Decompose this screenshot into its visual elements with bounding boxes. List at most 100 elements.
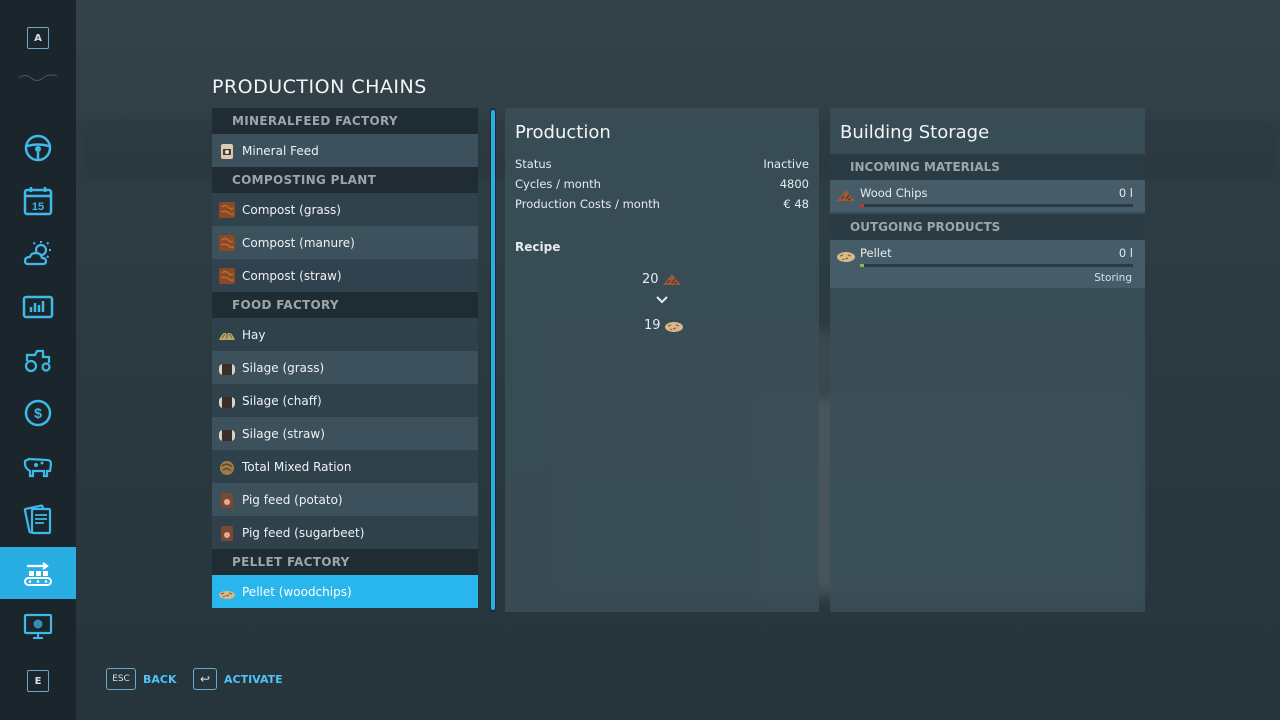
calendar-icon: 15 [23, 187, 53, 216]
cycles-row: Cycles / month 4800 [505, 174, 819, 194]
building-storage-panel: Building Storage INCOMING MATERIALS Wood… [830, 108, 1145, 612]
incoming-materials-header: INCOMING MATERIALS [830, 154, 1145, 180]
sidebar: A 15 $ E [0, 0, 76, 720]
activate-label: ACTIVATE [224, 672, 283, 686]
sidebar-item-help[interactable] [0, 600, 76, 652]
status-label: Status [515, 157, 552, 171]
sidebar-item-vehicle[interactable] [0, 122, 76, 174]
recipe-input-amount: 20 [642, 271, 659, 287]
key-hint-e: E [27, 670, 49, 692]
list-scrollbar[interactable] [490, 108, 496, 612]
sidebar-item-vehicles[interactable] [0, 334, 76, 386]
list-item-label: Compost (grass) [242, 202, 341, 217]
sidebar-item-finances[interactable]: $ [0, 387, 76, 439]
chevron-down-icon [656, 296, 668, 304]
list-item-pig-feed-sugarbeet[interactable]: Pig feed (sugarbeet) [212, 516, 478, 549]
statistics-icon [22, 295, 54, 319]
sidebar-item-calendar[interactable]: 15 [0, 175, 76, 227]
finances-icon: $ [24, 399, 52, 427]
fill-level [860, 204, 864, 207]
storage-item-amount: 0 l [1118, 246, 1133, 260]
production-chain-list: MINERALFEED FACTORY Mineral Feed COMPOST… [212, 108, 478, 608]
weather-icon [23, 241, 51, 266]
storage-item-pellet[interactable]: Pellet 0 l Storing [830, 240, 1145, 288]
pellet-icon [219, 590, 235, 599]
list-item-label: Pig feed (potato) [242, 492, 343, 507]
list-item-compost-straw[interactable]: Compost (straw) [212, 259, 478, 292]
compost-icon [219, 201, 235, 218]
mineral-feed-icon [221, 143, 233, 159]
section-header-composting: COMPOSTING PLANT [212, 167, 478, 193]
help-icon [23, 613, 53, 639]
production-title: Production [515, 122, 611, 143]
key-hint-a: A [27, 27, 49, 49]
pig-feed-icon [221, 525, 233, 541]
pellet-icon [664, 322, 683, 332]
storage-title: Building Storage [840, 122, 990, 143]
activate-button[interactable]: ↩ ACTIVATE [193, 668, 283, 690]
list-item-label: Silage (chaff) [242, 393, 322, 408]
enter-key: ↩ [193, 668, 217, 690]
storage-item-wood-chips: Wood Chips 0 l [830, 180, 1145, 212]
cycles-value: 4800 [779, 177, 809, 191]
sidebar-item-animals[interactable] [0, 440, 76, 492]
storage-item-name: Pellet [860, 246, 892, 260]
list-item-pellet-woodchips[interactable]: Pellet (woodchips) [212, 575, 478, 608]
scrollbar-thumb[interactable] [491, 110, 495, 610]
list-item-compost-manure[interactable]: Compost (manure) [212, 226, 478, 259]
silage-icon [219, 363, 235, 375]
pellet-icon [837, 252, 855, 262]
recipe-input: 20 [642, 271, 683, 287]
mixed-ration-icon [220, 460, 234, 475]
costs-row: Production Costs / month € 48 [505, 194, 819, 214]
sidebar-item-weather[interactable] [0, 228, 76, 280]
status-value: Inactive [763, 157, 809, 171]
list-item-label: Mineral Feed [242, 143, 319, 158]
recipe-label: Recipe [515, 240, 561, 254]
list-item-label: Silage (grass) [242, 360, 325, 375]
list-item-silage-grass[interactable]: Silage (grass) [212, 351, 478, 384]
silage-icon [219, 396, 235, 408]
list-item-label: Compost (straw) [242, 268, 342, 283]
sidebar-item-contracts[interactable] [0, 493, 76, 545]
storage-item-amount: 0 l [1118, 186, 1133, 200]
costs-value: € 48 [783, 197, 809, 211]
section-header-mineralfeed: MINERALFEED FACTORY [212, 108, 478, 134]
list-item-silage-straw[interactable]: Silage (straw) [212, 417, 478, 450]
list-item-pig-feed-potato[interactable]: Pig feed (potato) [212, 483, 478, 516]
wood-chips-icon [662, 274, 681, 285]
section-header-food: FOOD FACTORY [212, 292, 478, 318]
output-mode[interactable]: Storing [1094, 272, 1132, 284]
sidebar-item-statistics[interactable] [0, 281, 76, 333]
compost-icon [219, 267, 235, 284]
section-header-pellet: PELLET FACTORY [212, 549, 478, 575]
outgoing-products-header: OUTGOING PRODUCTS [830, 214, 1145, 240]
list-item-total-mixed-ration[interactable]: Total Mixed Ration [212, 450, 478, 483]
status-row: Status Inactive [505, 154, 819, 174]
list-item-compost-grass[interactable]: Compost (grass) [212, 193, 478, 226]
list-item-hay[interactable]: Hay [212, 318, 478, 351]
animals-icon [23, 457, 53, 478]
recipe-output-amount: 19 [644, 317, 661, 333]
list-item-silage-chaff[interactable]: Silage (chaff) [212, 384, 478, 417]
costs-label: Production Costs / month [515, 197, 660, 211]
pig-feed-icon [221, 492, 233, 508]
esc-key: ESC [106, 668, 136, 690]
page-title: PRODUCTION CHAINS [212, 76, 427, 98]
sidebar-item-production[interactable] [0, 547, 76, 599]
back-button[interactable]: ESC BACK [106, 668, 177, 690]
compost-icon [219, 234, 235, 251]
list-item-mineral-feed[interactable]: Mineral Feed [212, 134, 478, 167]
production-panel: Production Status Inactive Cycles / mont… [505, 108, 819, 612]
recipe-output: 19 [644, 317, 685, 333]
fill-level-bar [860, 204, 1133, 207]
cycles-label: Cycles / month [515, 177, 601, 191]
contracts-icon [23, 504, 52, 535]
back-label: BACK [143, 672, 177, 686]
list-item-label: Pig feed (sugarbeet) [242, 525, 365, 540]
production-icon [24, 562, 52, 586]
hay-icon [219, 332, 235, 340]
calendar-day: 15 [32, 201, 44, 213]
fill-level [860, 264, 864, 267]
tractor-icon [24, 349, 51, 373]
